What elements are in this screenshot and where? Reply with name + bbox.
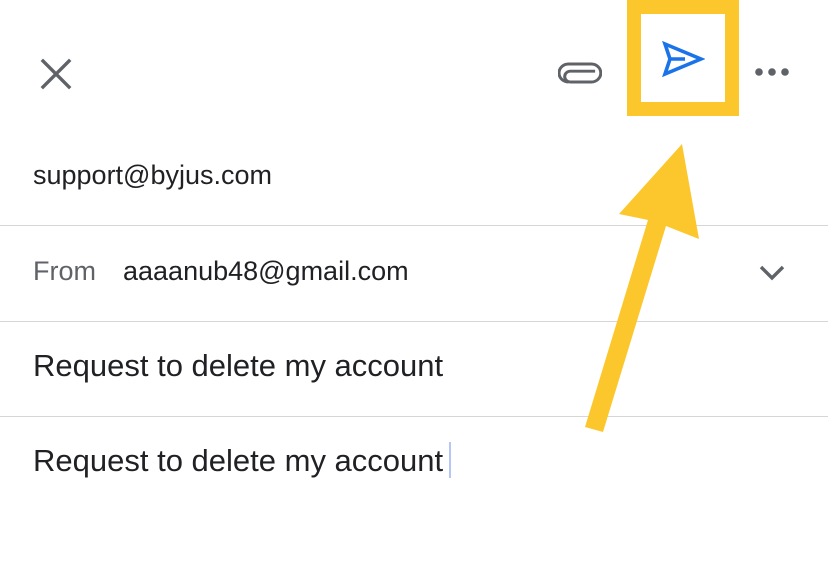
from-dropdown-button[interactable] xyxy=(754,258,790,288)
divider xyxy=(0,416,828,417)
body-field[interactable]: Request to delete my account xyxy=(33,442,793,479)
divider xyxy=(0,321,828,322)
from-label: From xyxy=(33,256,96,286)
paperclip-icon xyxy=(558,62,602,84)
annotation-arrow-shape xyxy=(585,144,699,432)
to-recipient-field[interactable]: support@byjus.com xyxy=(33,160,272,191)
body-text: Request to delete my account xyxy=(33,443,444,478)
compose-screen: support@byjus.com From aaaanub48@gmail.c… xyxy=(0,0,828,581)
send-icon xyxy=(662,41,705,77)
divider xyxy=(0,225,828,226)
subject-field[interactable]: Request to delete my account xyxy=(33,348,793,384)
close-icon xyxy=(40,58,72,90)
send-button[interactable] xyxy=(641,17,725,101)
compose-toolbar xyxy=(0,0,828,142)
chevron-down-icon xyxy=(759,265,785,281)
attach-button[interactable] xyxy=(552,50,608,98)
from-account-field[interactable]: aaaanub48@gmail.com xyxy=(123,256,409,287)
more-options-button[interactable] xyxy=(748,52,796,92)
more-horizontal-icon xyxy=(755,68,789,76)
close-button[interactable] xyxy=(30,48,82,100)
text-caret xyxy=(449,442,452,478)
